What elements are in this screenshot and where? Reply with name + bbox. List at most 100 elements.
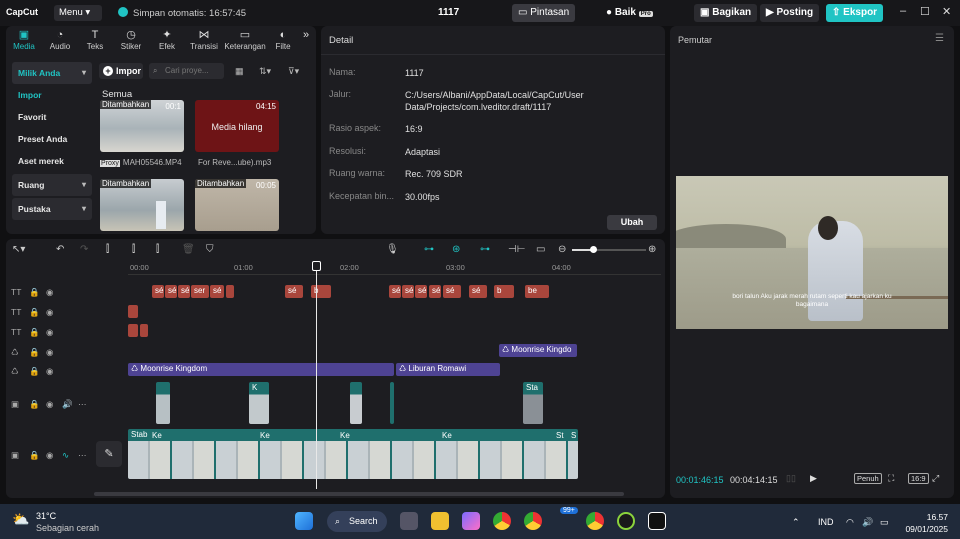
media-item-missing[interactable]: 04:15 Media hilang	[195, 100, 279, 152]
chrome-icon[interactable]	[524, 512, 542, 530]
fullscreen-icon[interactable]: ⛶	[888, 473, 894, 484]
share-button[interactable]: ▣ Bagikan	[694, 4, 758, 22]
text-clip[interactable]: sé	[443, 285, 461, 298]
audio-clip[interactable]: ♺ Moonrise Kingdom	[128, 363, 394, 376]
hamburger-icon[interactable]: ☰	[935, 33, 944, 44]
shortcuts-button[interactable]: ▭ Pintasan	[512, 4, 576, 22]
app-icon[interactable]	[617, 512, 635, 530]
sort-icon[interactable]: ⇅▾	[259, 66, 271, 77]
filter-funnel-icon[interactable]: ⊽▾	[288, 66, 299, 77]
media-item[interactable]: Ditambahkan	[100, 179, 184, 231]
split-left-icon[interactable]: ⫿	[132, 244, 135, 255]
weather-temp[interactable]: 31°C	[36, 511, 56, 521]
redo-icon[interactable]: ↷	[80, 244, 88, 255]
weather-desc[interactable]: Sebagian cerah	[36, 523, 99, 533]
tab-transition[interactable]: ⋈ Transisi	[186, 26, 222, 51]
maximize-icon[interactable]: ☐	[920, 5, 930, 18]
text-clip[interactable]: sé	[389, 285, 401, 298]
chrome-icon[interactable]	[586, 512, 604, 530]
task-view-icon[interactable]	[400, 512, 418, 530]
text-clip[interactable]: sé	[165, 285, 177, 298]
sidebar-item-preset[interactable]: Preset Anda	[12, 128, 92, 150]
select-tool-icon[interactable]: ↖▾	[12, 244, 25, 255]
text-clip[interactable]: sé	[210, 285, 224, 298]
zoom-in-icon[interactable]: ⊕	[648, 244, 656, 255]
undo-icon[interactable]: ↶	[56, 244, 64, 255]
project-name[interactable]: 1117	[438, 7, 459, 18]
text-clip[interactable]	[128, 305, 138, 318]
video-preview[interactable]: bori talun Aku jarak merah rutam seperti…	[676, 176, 948, 329]
main-video-track[interactable]: Stab	[128, 429, 578, 479]
text-clip[interactable]: sé	[429, 285, 441, 298]
text-clip[interactable]: be	[525, 285, 549, 298]
link-main-icon[interactable]: ⊶	[424, 244, 434, 255]
export-button[interactable]: ⇧ Ekspor	[826, 4, 884, 22]
minimize-icon[interactable]: –	[900, 5, 906, 17]
text-clip[interactable]: sé	[415, 285, 427, 298]
close-icon[interactable]: ✕	[942, 5, 951, 18]
split-icon[interactable]: ⫿	[106, 244, 109, 255]
magnet-icon[interactable]: ⊛	[452, 244, 460, 255]
full-quality-button[interactable]: Penuh	[854, 473, 882, 484]
time-ruler[interactable]: 00:00 01:00 02:00 03:00 04:00	[128, 263, 661, 275]
aspect-ratio-button[interactable]: 16:9	[908, 473, 929, 484]
preview-axis-icon[interactable]: ⊣⊢	[508, 244, 525, 255]
text-clip[interactable]: b	[311, 285, 331, 298]
sidebar-item-space[interactable]: Ruang ▾	[12, 174, 92, 196]
windows-start-icon[interactable]	[295, 512, 313, 530]
taskbar-clock[interactable]: 16.57 09/01/2025	[905, 511, 948, 535]
quality-button[interactable]: ● Baik Pro	[600, 4, 659, 22]
text-clip[interactable]: sé	[469, 285, 487, 298]
grid-view-icon[interactable]: ▦	[235, 66, 244, 77]
microphone-icon[interactable]: 🎙	[386, 244, 399, 255]
menu-button[interactable]: Menu ▾	[54, 5, 102, 21]
chrome-icon[interactable]	[493, 512, 511, 530]
playhead[interactable]	[312, 261, 321, 489]
speaker-icon[interactable]: 🔊	[862, 517, 873, 528]
media-item[interactable]: Ditambahkan 00:1	[100, 100, 184, 152]
segment-icon[interactable]: ▯▯	[786, 473, 796, 484]
tab-audio[interactable]: ◔ Audio	[42, 26, 78, 51]
more-tabs-icon[interactable]: »	[296, 26, 316, 42]
search-input[interactable]: ⌕ Cari proye...	[149, 63, 224, 79]
tab-text[interactable]: T Teks	[77, 26, 113, 51]
copilot-icon[interactable]	[462, 512, 480, 530]
text-clip[interactable]: sé	[178, 285, 190, 298]
caption-icon[interactable]: ▭	[536, 244, 545, 255]
tab-filter[interactable]: ◐ Filte	[268, 26, 298, 51]
edit-button[interactable]: Ubah	[607, 215, 657, 230]
wifi-icon[interactable]: ◠	[846, 517, 854, 528]
battery-icon[interactable]: ▭	[880, 517, 889, 528]
text-clip[interactable]: sé	[152, 285, 164, 298]
import-button[interactable]: + Impor	[99, 63, 143, 79]
cover-edit-icon[interactable]: ✎	[96, 441, 122, 467]
media-item[interactable]: Ditambahkan 00:05	[195, 179, 279, 231]
capcut-icon[interactable]	[648, 512, 666, 530]
split-right-icon[interactable]: ⫿	[156, 244, 159, 255]
play-icon[interactable]: ▶	[810, 473, 817, 484]
weather-icon[interactable]: ⛅	[12, 511, 29, 528]
tab-effect[interactable]: ✦ Efek	[149, 26, 185, 51]
overlay-clip[interactable]	[390, 382, 394, 424]
overlay-clip[interactable]	[156, 382, 170, 424]
sidebar-item-brand[interactable]: Aset merek	[12, 150, 92, 172]
chevron-up-icon[interactable]: ⌃	[792, 517, 800, 528]
text-clip[interactable]	[128, 324, 138, 337]
post-button[interactable]: ▶ Posting	[760, 4, 820, 22]
text-clip[interactable]: sé	[402, 285, 414, 298]
overlay-clip[interactable]: K	[249, 382, 269, 424]
text-clip[interactable]	[226, 285, 234, 298]
text-clip[interactable]: b	[494, 285, 514, 298]
sidebar-item-library[interactable]: Pustaka ▾	[12, 198, 92, 220]
horizontal-scrollbar[interactable]	[94, 492, 624, 496]
taskbar-search[interactable]: ⌕ Search	[327, 511, 387, 532]
sidebar-item-mine[interactable]: Milik Anda ▾	[12, 62, 92, 84]
text-clip[interactable]: sé	[285, 285, 303, 298]
shield-icon[interactable]: ⛉	[206, 244, 214, 255]
tab-caption[interactable]: ▭ Keterangan	[224, 26, 266, 51]
zoom-out-icon[interactable]: ⊖	[558, 244, 566, 255]
file-explorer-icon[interactable]	[431, 512, 449, 530]
language-indicator[interactable]: IND	[818, 517, 834, 527]
tab-media[interactable]: ▣ Media	[6, 26, 42, 51]
sidebar-item-favorite[interactable]: Favorit	[12, 106, 92, 128]
